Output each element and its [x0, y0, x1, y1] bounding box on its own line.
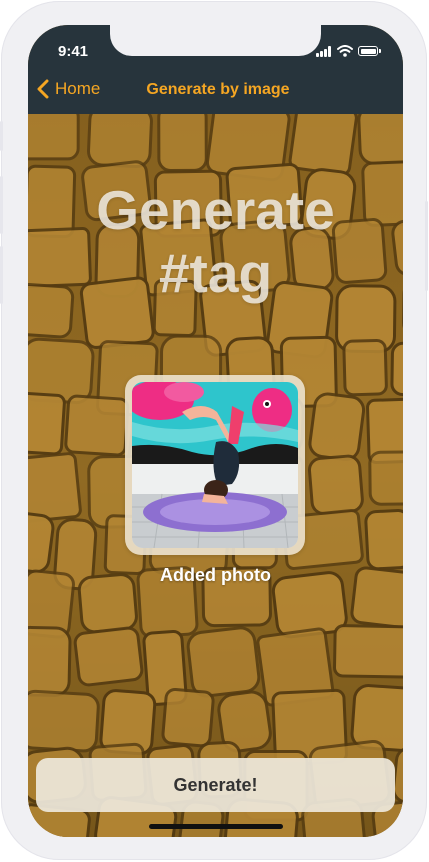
wifi-icon — [337, 45, 353, 57]
yoga-photo-thumbnail — [132, 382, 298, 548]
battery-icon — [358, 46, 381, 56]
home-indicator — [149, 824, 283, 829]
photo-caption: Added photo — [160, 565, 271, 585]
phone-frame: 9:41 Home Generate by image Generate #ta… — [0, 1, 428, 860]
navigation-bar: 9:41 Home Generate by image — [28, 25, 403, 114]
hero-line-1: Generate — [96, 179, 335, 241]
page-title: Generate by image — [146, 81, 290, 98]
device-notch — [110, 25, 321, 56]
app-screen: 9:41 Home Generate by image Generate #ta… — [28, 25, 403, 837]
power-button — [425, 201, 428, 291]
hero-line-2: #tag — [158, 242, 273, 304]
volume-up-button — [0, 176, 3, 234]
volume-down-button — [0, 246, 3, 304]
added-photo-card[interactable] — [125, 375, 305, 555]
status-time: 9:41 — [58, 43, 89, 60]
mute-switch — [0, 121, 3, 151]
status-icons — [316, 45, 381, 57]
hero-heading: Generate #tag — [28, 179, 403, 305]
cellular-signal-icon — [316, 45, 332, 57]
generate-button[interactable]: Generate! — [36, 758, 395, 812]
